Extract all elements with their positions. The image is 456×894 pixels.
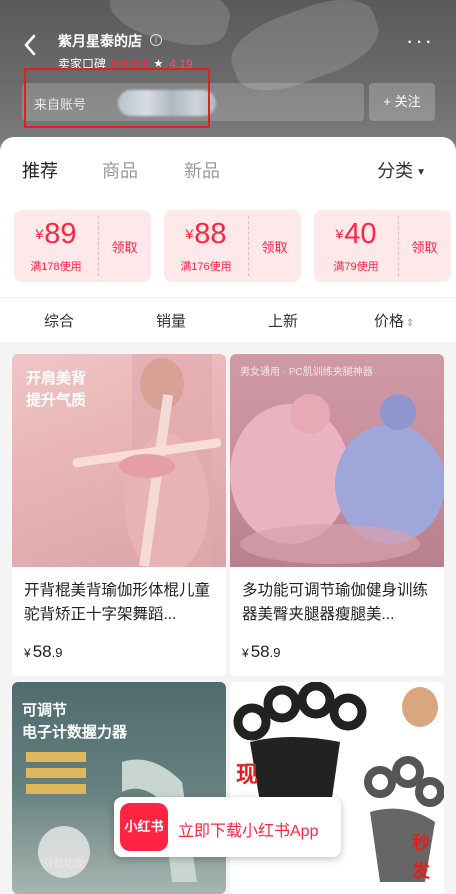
coupon-amount: ¥88 [185,218,227,250]
product-image: 男女通用 · PC肌训练夹腿神器 [230,354,444,567]
product-price: ¥58.9 [242,642,281,661]
product-image: 可调节 电子计数握力器 计数功能 [12,682,226,894]
caret-down-icon: ▼ [416,166,426,178]
product-price: ¥58.9 [24,642,63,661]
sort-bar: 综合 销量 上新 价格 ⇕ [0,297,456,339]
coupon-card[interactable]: ¥40 满79使用 领取 [314,210,451,282]
tab-recommend[interactable]: 推荐 [22,157,58,183]
highlight-annotation-box [24,68,210,128]
image-caption: 提升气质 [26,392,87,409]
coupon-claim-button[interactable]: 领取 [248,237,301,256]
coupon-amount: ¥89 [35,218,77,250]
product-image: 现 秒 发 [230,682,444,894]
product-card[interactable]: 可调节 电子计数握力器 计数功能 [12,682,226,894]
coupon-amount: ¥40 [335,218,377,250]
download-app-text: 立即下载小红书App [178,823,319,840]
shop-tabs: 推荐 商品 新品 分类 ▼ [0,137,456,199]
shop-content-panel: 推荐 商品 新品 分类 ▼ ¥89 满178使用 领取 ¥88 满176使用 领取… [0,137,456,894]
sort-toggle-icon: ⇕ [406,318,415,329]
image-caption: 男女通用 · PC肌训练夹腿神器 [240,367,373,378]
product-card[interactable]: 开肩美背 提升气质 开背棍美背瑜伽形体棍儿童驼背矫正十字架舞蹈... ¥58.9 [12,354,226,676]
image-caption: 可调节 [22,702,68,719]
follow-button[interactable]: + 关注 [369,83,435,121]
more-options-button[interactable]: ··· [406,30,434,52]
tab-new[interactable]: 新品 [184,157,220,183]
coupon-condition: 满178使用 [30,261,82,273]
chevron-left-icon [24,34,36,56]
sort-sales[interactable]: 销量 [156,310,186,331]
coupon-card[interactable]: ¥88 满176使用 领取 [164,210,301,282]
sort-comprehensive[interactable]: 综合 [44,310,74,331]
product-image: 开肩美背 提升气质 [12,354,226,567]
coupon-condition: 满79使用 [333,261,379,273]
shop-header: 紫月星泰的店 i 卖家口碑 ★★★★ ★ 4.19 ··· 来自账号 + 关注 [0,0,456,160]
category-label: 分类 [377,161,414,181]
sort-price[interactable]: 价格 ⇕ [374,310,414,331]
sort-price-label: 价格 [374,313,405,330]
shop-name[interactable]: 紫月星泰的店 [58,31,142,51]
coupon-claim-button[interactable]: 领取 [398,237,451,256]
coupon-claim-button[interactable]: 领取 [98,237,151,256]
product-title: 开背棍美背瑜伽形体棍儿童驼背矫正十字架舞蹈... [24,582,211,623]
image-caption: 秒 [412,833,430,853]
kegel-trainer-illustration [230,394,444,564]
image-caption: 发 [412,861,430,881]
product-title: 多功能可调节瑜伽健身训练器美臀夹腿器瘦腿美... [242,582,429,623]
coupon-card[interactable]: ¥89 满178使用 领取 [14,210,151,282]
tab-products[interactable]: 商品 [102,157,138,183]
back-button[interactable] [18,30,44,60]
product-card[interactable]: 现 秒 发 [230,682,444,894]
image-caption: 电子计数握力器 [22,724,128,741]
image-caption: 计数功能 [44,859,84,870]
product-card[interactable]: 男女通用 · PC肌训练夹腿神器 多功能可调节瑜伽健身训练器美臀夹腿器瘦腿美..… [230,354,444,676]
coupon-condition: 满176使用 [180,261,232,273]
xiaohongshu-logo: 小红书 [120,803,168,851]
download-app-banner[interactable]: 小红书 立即下载小红书App [114,797,341,857]
coupon-list: ¥89 满178使用 领取 ¥88 满176使用 领取 ¥40 满79使用 领取 [0,210,456,296]
image-caption: 现 [236,762,259,787]
category-dropdown[interactable]: 分类 ▼ [377,157,426,183]
sort-newest[interactable]: 上新 [268,310,298,331]
image-caption: 开肩美背 [26,370,87,387]
info-icon[interactable]: i [150,34,162,46]
